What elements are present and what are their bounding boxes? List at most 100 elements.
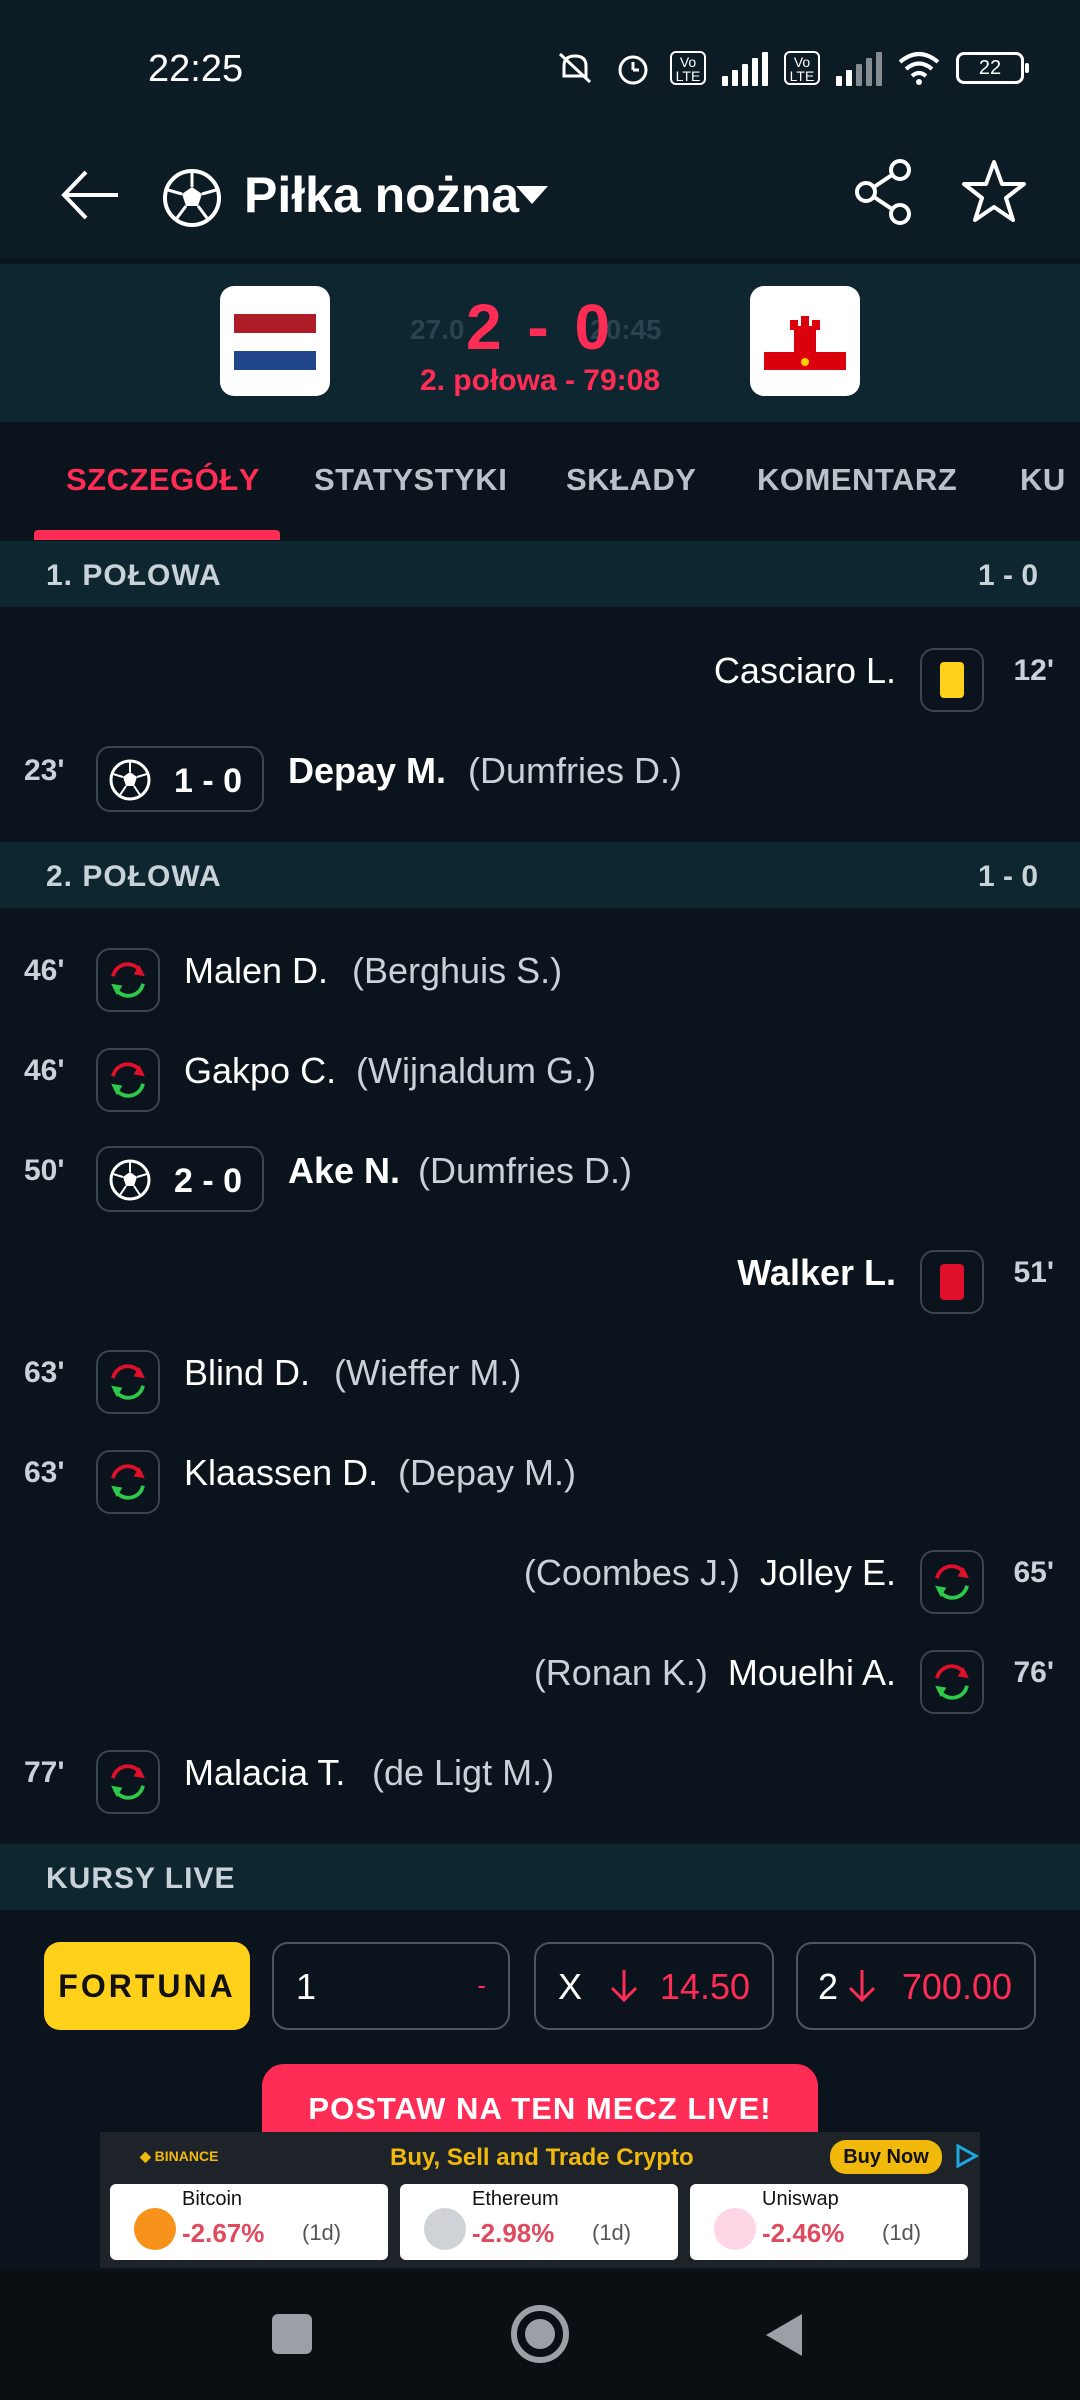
odd-home[interactable]: 1 - [272, 1942, 510, 2030]
chevron-down-icon[interactable] [512, 176, 552, 216]
tab-details[interactable]: SZCZEGÓŁY [66, 462, 260, 498]
substitution-icon [96, 1450, 160, 1514]
tab-commentary[interactable]: KOMENTARZ [757, 462, 957, 498]
coin-period: (1d) [302, 2220, 342, 2245]
goal-badge: 2 - 0 [96, 1146, 264, 1212]
assist-name[interactable]: (Wijnaldum G.) [356, 1050, 596, 1092]
ad-coin-card[interactable]: Uniswap -2.46% (1d) [690, 2184, 968, 2260]
coin-change: -2.98% [472, 2218, 555, 2248]
tab-bar: SZCZEGÓŁY STATYSTYKI SKŁADY KOMENTARZ KU [0, 422, 1080, 540]
player-name[interactable]: Blind D. [184, 1352, 310, 1394]
player-name[interactable]: Casciaro L. [714, 650, 896, 692]
adchoices-icon[interactable] [952, 2142, 980, 2170]
coin-name: Uniswap [762, 2188, 839, 2210]
player-name[interactable]: Depay M. [288, 750, 446, 792]
coin-name: Ethereum [472, 2188, 559, 2210]
nav-back-icon[interactable] [760, 2310, 810, 2360]
player-name[interactable]: Malen D. [184, 950, 328, 992]
odd-away[interactable]: 2 700.00 [796, 1942, 1036, 2030]
volte-icon-2: Vo LTE [784, 51, 820, 85]
event-row: 63' Blind D. (Wieffer M.) [0, 1326, 1080, 1426]
section-first-half: 1. POŁOWA 1 - 0 [0, 541, 1080, 607]
odd-label: 1 [296, 1966, 317, 2007]
assist-name[interactable]: (Depay M.) [398, 1452, 576, 1494]
player-name[interactable]: Ake N. [288, 1150, 400, 1192]
status-time: 22:25 [148, 48, 244, 90]
ethereum-icon [424, 2208, 466, 2250]
event-minute: 77' [24, 1756, 65, 1789]
status-bar: 22:25 Vo LTE Vo LTE 22 [0, 0, 1080, 140]
event-minute: 65' [1013, 1556, 1054, 1589]
event-row: 23' 1 - 0 Depay M. (Dumfries D.) [0, 724, 1080, 824]
wifi-icon [898, 52, 940, 85]
yellow-card-icon [920, 648, 984, 712]
assist-name[interactable]: (Berghuis S.) [352, 950, 562, 992]
volte-icon: Vo LTE [670, 51, 706, 85]
share-icon[interactable] [852, 152, 916, 232]
tab-statistics[interactable]: STATYSTYKI [314, 462, 507, 498]
section-second-half: 2. POŁOWA 1 - 0 [0, 842, 1080, 908]
event-row: 63' Klaassen D. (Depay M.) [0, 1426, 1080, 1526]
player-name[interactable]: Gakpo C. [184, 1050, 336, 1092]
assist-name[interactable]: (Ronan K.) [534, 1652, 708, 1694]
odd-value: 14.50 [659, 1966, 750, 2007]
ad-coin-card[interactable]: Ethereum -2.98% (1d) [400, 2184, 678, 2260]
back-arrow-icon[interactable] [56, 160, 126, 230]
match-score: 2 - 0 [465, 291, 615, 363]
event-row: Walker L. 51' [0, 1226, 1080, 1326]
home-icon[interactable] [508, 2302, 572, 2366]
event-names: (Ronan K.) Mouelhi A. [534, 1652, 896, 1694]
goal-badge: 1 - 0 [96, 746, 264, 812]
alarm-icon [618, 55, 648, 85]
status-icons: Vo LTE Vo LTE 22 [554, 50, 1029, 86]
ad-coin-card[interactable]: Bitcoin -2.67% (1d) [110, 2184, 388, 2260]
section-title: 1. POŁOWA [46, 559, 222, 592]
app-header: Piłka nożna [0, 140, 1080, 258]
section-title: 2. POŁOWA [46, 860, 222, 893]
assist-name[interactable]: (Dumfries D.) [468, 750, 682, 792]
ad-buy-button[interactable]: Buy Now [830, 2140, 942, 2174]
star-icon[interactable] [962, 152, 1026, 232]
battery-icon: 22 [956, 52, 1029, 84]
signal-icon-2 [836, 50, 882, 86]
substitution-icon [920, 1650, 984, 1714]
coin-name: Bitcoin [182, 2188, 243, 2210]
player-name[interactable]: Walker L. [737, 1252, 896, 1294]
assist-name[interactable]: (Wieffer M.) [334, 1352, 521, 1394]
system-nav-bar [0, 2270, 1080, 2400]
player-name[interactable]: Jolley E. [760, 1552, 896, 1594]
bookmaker-logo[interactable]: FORTUNA [44, 1942, 250, 2030]
player-name[interactable]: Mouelhi A. [728, 1652, 896, 1694]
substitution-icon [96, 1048, 160, 1112]
recents-icon[interactable] [272, 2314, 312, 2354]
odd-draw[interactable]: X 14.50 [534, 1942, 774, 2030]
ad-tagline: Buy, Sell and Trade Crypto [390, 2144, 694, 2171]
mute-icon [558, 52, 592, 84]
event-minute: 50' [24, 1154, 65, 1187]
event-minute: 23' [24, 754, 65, 787]
assist-name[interactable]: (de Ligt M.) [372, 1752, 554, 1794]
red-card-icon [920, 1250, 984, 1314]
event-row: 46' Malen D. (Berghuis S.) [0, 924, 1080, 1024]
substitution-icon [96, 1750, 160, 1814]
goal-score: 2 - 0 [174, 1162, 243, 1200]
section-live-odds: KURSY LIVE [0, 1844, 1080, 1910]
odd-value: - [477, 1970, 486, 2000]
tab-odds[interactable]: KU [1020, 462, 1066, 498]
arrow-down-icon [610, 1970, 638, 2003]
player-name[interactable]: Malacia T. [184, 1752, 345, 1794]
event-minute: 76' [1013, 1656, 1054, 1689]
section-title: KURSY LIVE [46, 1862, 236, 1895]
away-team-flag[interactable] [750, 286, 860, 396]
ad-brand: ◆ BINANCE [140, 2148, 219, 2164]
assist-name[interactable]: (Dumfries D.) [418, 1150, 632, 1192]
assist-name[interactable]: (Coombes J.) [524, 1552, 740, 1594]
event-minute: 46' [24, 954, 65, 987]
section-result: 1 - 0 [977, 559, 1038, 592]
tab-lineups[interactable]: SKŁADY [566, 462, 696, 498]
ad-brand-label: BINANCE [154, 2148, 219, 2164]
ad-banner[interactable]: ◆ BINANCE Buy, Sell and Trade Crypto Buy… [100, 2132, 980, 2268]
player-name[interactable]: Klaassen D. [184, 1452, 378, 1494]
arrow-down-icon [848, 1970, 876, 2003]
sport-title[interactable]: Piłka nożna [244, 166, 519, 224]
